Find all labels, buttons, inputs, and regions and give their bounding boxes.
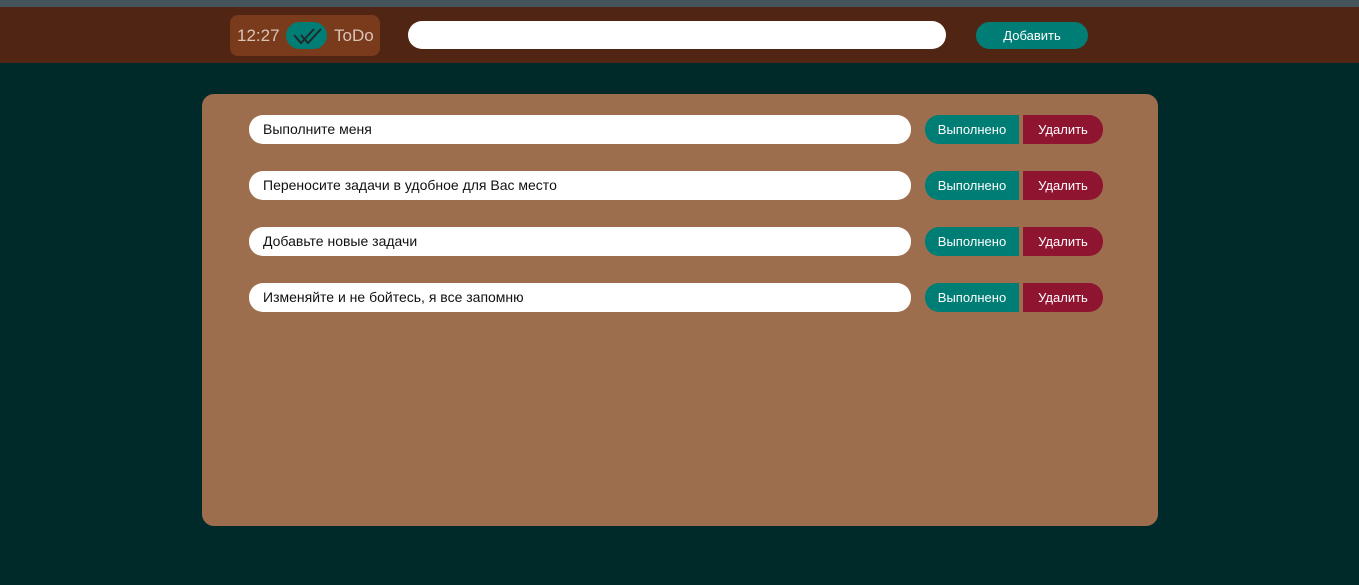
delete-button[interactable]: Удалить: [1023, 115, 1103, 144]
task-list-panel: Выполните меня Выполнено Удалить Перенос…: [202, 94, 1158, 526]
new-task-input[interactable]: [408, 21, 946, 49]
task-row[interactable]: Выполните меня Выполнено Удалить: [249, 115, 1103, 144]
done-button[interactable]: Выполнено: [925, 115, 1019, 144]
delete-button[interactable]: Удалить: [1023, 171, 1103, 200]
done-button[interactable]: Выполнено: [925, 227, 1019, 256]
header: 12:27 ToDo Добавить: [0, 7, 1359, 63]
task-row[interactable]: Переносите задачи в удобное для Вас мест…: [249, 171, 1103, 200]
delete-button[interactable]: Удалить: [1023, 227, 1103, 256]
clock-time: 12:27: [237, 26, 280, 45]
task-text[interactable]: Переносите задачи в удобное для Вас мест…: [249, 171, 911, 200]
task-row[interactable]: Добавьте новые задачи Выполнено Удалить: [249, 227, 1103, 256]
double-check-icon: [286, 22, 327, 49]
brand: 12:27 ToDo: [230, 15, 380, 56]
task-row[interactable]: Изменяйте и не бойтесь, я все запомню Вы…: [249, 283, 1103, 312]
top-strip: [0, 0, 1359, 7]
task-text[interactable]: Добавьте новые задачи: [249, 227, 911, 256]
add-task-button[interactable]: Добавить: [976, 22, 1088, 49]
task-text[interactable]: Изменяйте и не бойтесь, я все запомню: [249, 283, 911, 312]
done-button[interactable]: Выполнено: [925, 283, 1019, 312]
delete-button[interactable]: Удалить: [1023, 283, 1103, 312]
task-text[interactable]: Выполните меня: [249, 115, 911, 144]
app-name: ToDo: [334, 26, 374, 45]
done-button[interactable]: Выполнено: [925, 171, 1019, 200]
